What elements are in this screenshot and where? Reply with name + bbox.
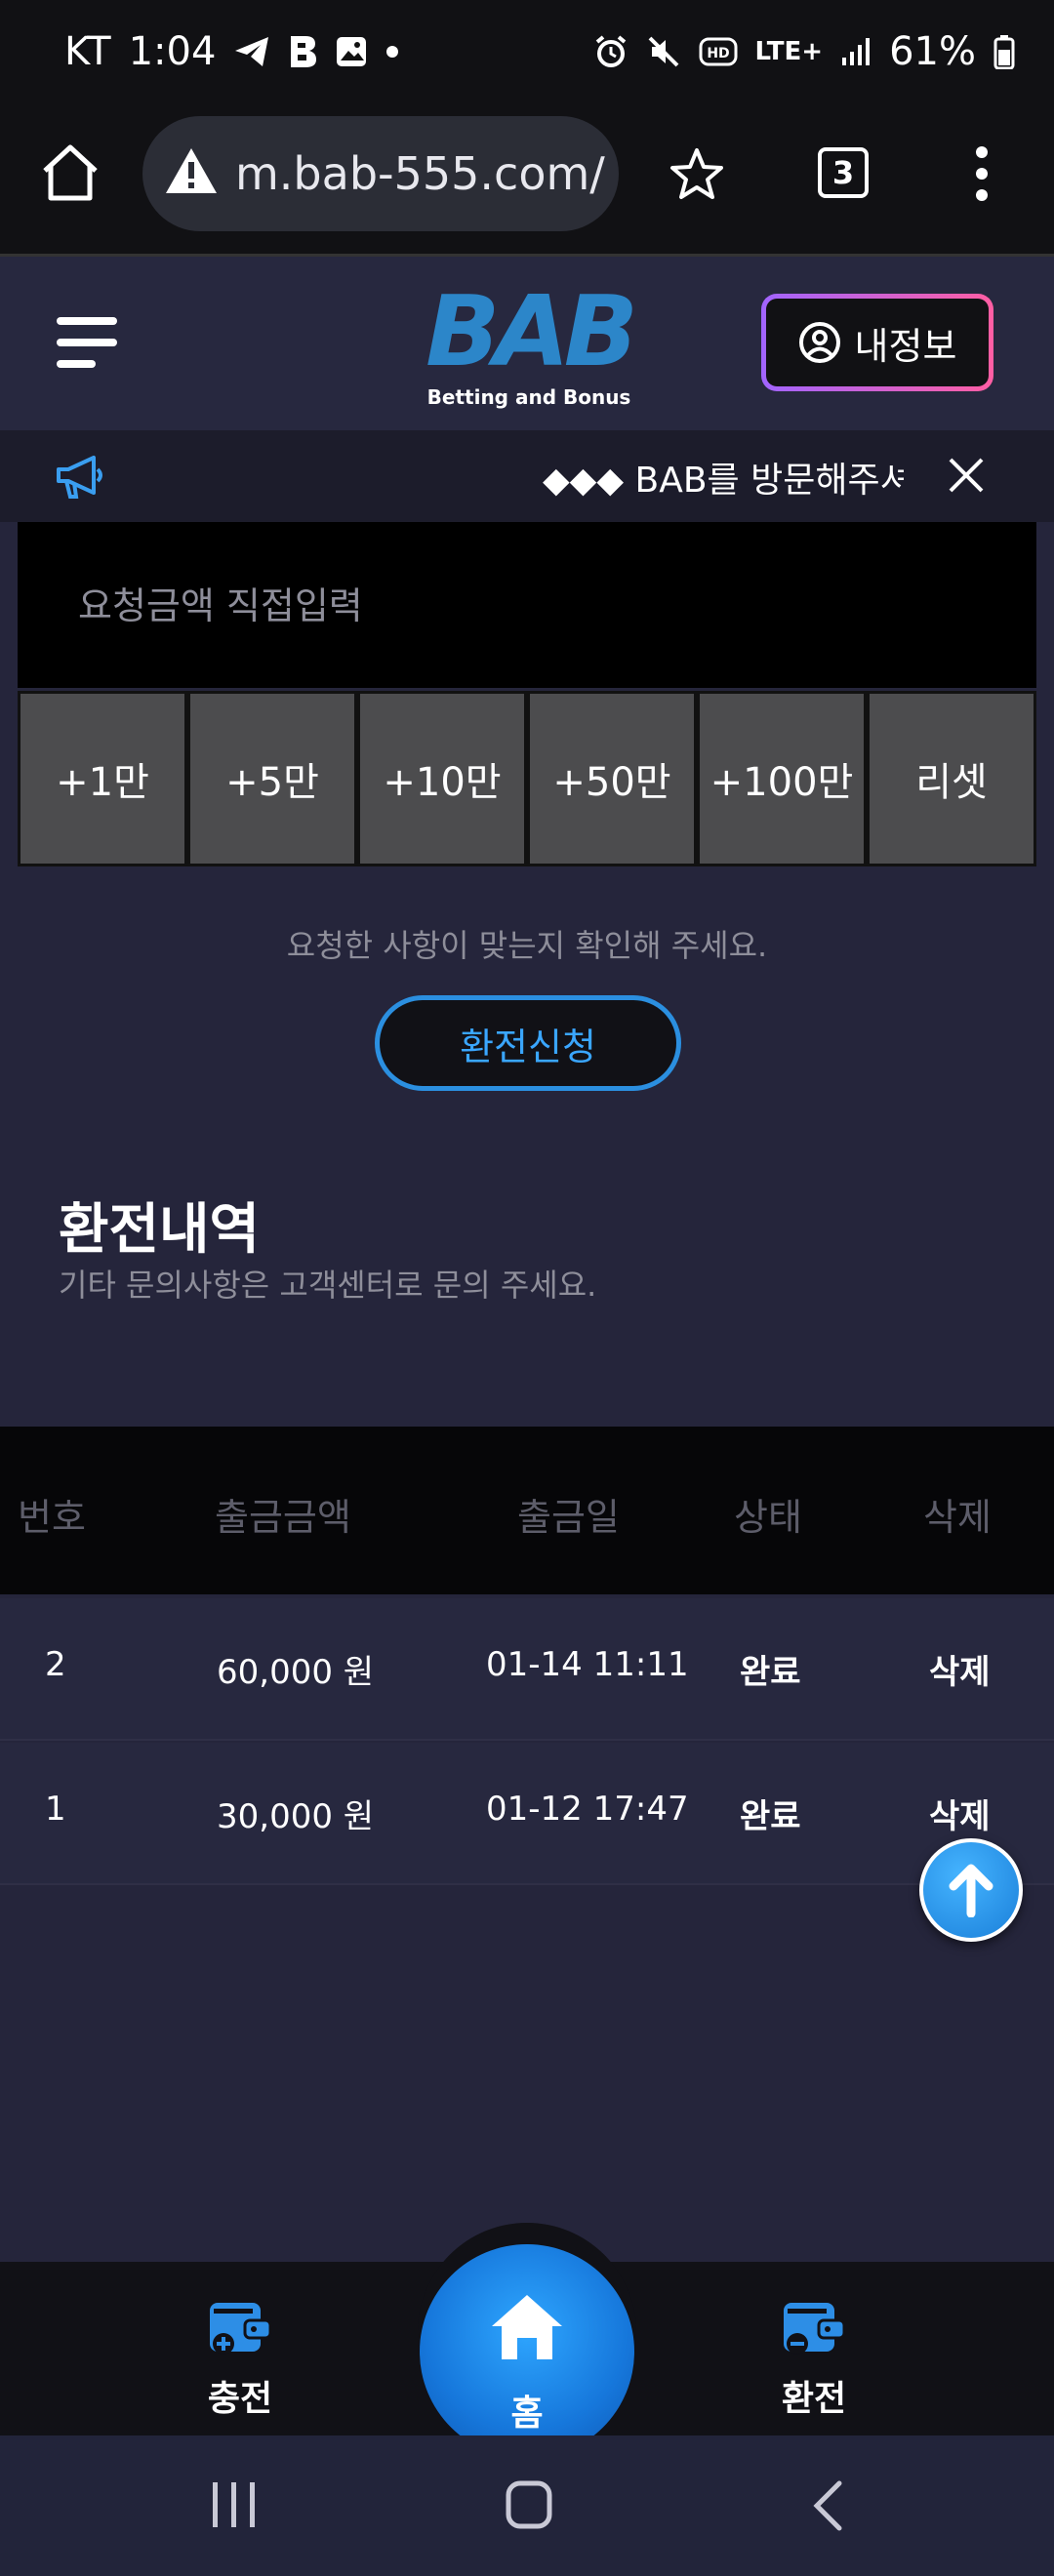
- recent-apps-icon[interactable]: [211, 2480, 258, 2529]
- site-header: BAB Betting and Bonus 내정보: [0, 257, 1054, 430]
- wallet-minus-icon: [784, 2303, 846, 2355]
- battery-icon: [993, 35, 1015, 69]
- row-amount: 30,000 원: [217, 1797, 375, 1836]
- url-text[interactable]: m.bab-555.com/e: [235, 147, 606, 200]
- browser-toolbar: m.bab-555.com/e 3: [0, 112, 1054, 257]
- svg-text:HD: HD: [707, 46, 729, 61]
- row-date: 01-14 11:11: [486, 1645, 689, 1684]
- nav-exchange-label: 환전: [781, 2379, 847, 2419]
- alarm-icon: [595, 35, 626, 67]
- history-title: 환전내역: [59, 1198, 261, 1262]
- network-type: LTE+: [754, 37, 824, 66]
- my-info-label: 내정보: [854, 324, 957, 368]
- url-bar[interactable]: m.bab-555.com/e: [142, 116, 619, 231]
- my-info-button[interactable]: 내정보: [761, 294, 993, 391]
- status-bar: KT 1:04 HD LTE+ 61%: [0, 0, 1054, 112]
- hd-icon: HD: [699, 37, 738, 66]
- row-date: 01-12 17:47: [486, 1790, 689, 1829]
- nav-charge-label: 충전: [207, 2379, 273, 2419]
- logo-tagline: Betting and Bonus: [426, 385, 631, 409]
- notice-text: ◆◆◆ BAB를 방문해주셔: [543, 461, 904, 501]
- col-number: 번호: [18, 1496, 86, 1539]
- user-icon: [798, 322, 840, 363]
- megaphone-icon: [57, 456, 102, 499]
- quick-amount-buttons: +1만 +5만 +10만 +50만 +100만 리셋: [18, 691, 1036, 866]
- row-number: 1: [45, 1790, 66, 1829]
- scroll-to-top-button[interactable]: [919, 1838, 1023, 1942]
- col-date: 출금일: [517, 1496, 620, 1539]
- row-amount: 60,000 원: [217, 1653, 375, 1692]
- logo-text: BAB: [426, 274, 638, 388]
- arrow-up-icon: [949, 1864, 993, 1917]
- nav-exchange[interactable]: 환전: [755, 2297, 872, 2421]
- col-status: 상태: [734, 1496, 802, 1539]
- warning-icon[interactable]: [164, 145, 219, 196]
- home-nav-icon[interactable]: [506, 2480, 552, 2529]
- col-delete: 삭제: [923, 1496, 992, 1539]
- reset-button[interactable]: 리셋: [867, 691, 1036, 866]
- nav-charge[interactable]: 충전: [182, 2297, 299, 2421]
- amount-placeholder: 요청금액 직접입력: [78, 584, 363, 627]
- clock: 1:04: [128, 29, 217, 74]
- amount-input[interactable]: 요청금액 직접입력: [18, 522, 1036, 688]
- table-row: 1 30,000 원 01-12 17:47 완료 삭제: [0, 1743, 1054, 1885]
- row-status: 완료: [740, 1653, 801, 1692]
- confirm-message: 요청한 사항이 맞는지 확인해 주세요.: [286, 927, 768, 964]
- add-1m-button[interactable]: +100만: [697, 691, 867, 866]
- add-100k-button[interactable]: +10만: [357, 691, 527, 866]
- wallet-plus-icon: [210, 2303, 272, 2355]
- table-row: 2 60,000 원 01-14 11:11 완료 삭제: [0, 1598, 1054, 1741]
- carrier: KT: [64, 29, 111, 74]
- add-500k-button[interactable]: +50만: [527, 691, 697, 866]
- hamburger-menu-icon[interactable]: [57, 315, 119, 370]
- notice-bar: ◆◆◆ BAB를 방문해주셔: [0, 430, 1054, 522]
- history-table-header: 번호 출금금액 출금일 상태 삭제: [0, 1427, 1054, 1594]
- site-logo[interactable]: BAB Betting and Bonus: [416, 274, 642, 410]
- col-amount: 출금금액: [215, 1496, 351, 1539]
- back-icon[interactable]: [812, 2480, 843, 2531]
- system-nav-bar: [0, 2435, 1054, 2576]
- add-10k-button[interactable]: +1만: [18, 691, 187, 866]
- row-delete-button[interactable]: 삭제: [929, 1645, 991, 1693]
- status-left: KT 1:04: [64, 29, 399, 74]
- battery-percent: 61%: [889, 29, 976, 74]
- mute-icon: [648, 36, 678, 67]
- signal-icon: [842, 38, 871, 65]
- close-icon[interactable]: [947, 456, 986, 495]
- gallery-icon: [337, 37, 367, 66]
- nav-home-label: 홈: [510, 2394, 544, 2434]
- row-delete-button[interactable]: 삭제: [929, 1790, 991, 1837]
- house-icon: [492, 2295, 562, 2359]
- add-50k-button[interactable]: +5만: [187, 691, 357, 866]
- exchange-request-button[interactable]: 환전신청: [375, 995, 681, 1091]
- more-menu-icon[interactable]: [972, 145, 992, 202]
- b-app-icon: [291, 36, 317, 67]
- status-right: HD LTE+ 61%: [593, 29, 1015, 74]
- dot-icon: [386, 46, 399, 58]
- tab-switcher-button[interactable]: 3: [818, 147, 869, 198]
- telegram-icon: [235, 37, 269, 66]
- home-icon[interactable]: [39, 143, 101, 202]
- bookmark-star-icon[interactable]: [669, 147, 724, 200]
- row-number: 2: [45, 1645, 66, 1684]
- row-status: 완료: [740, 1797, 801, 1836]
- history-subtitle: 기타 문의사항은 고객센터로 문의 주세요.: [59, 1267, 597, 1304]
